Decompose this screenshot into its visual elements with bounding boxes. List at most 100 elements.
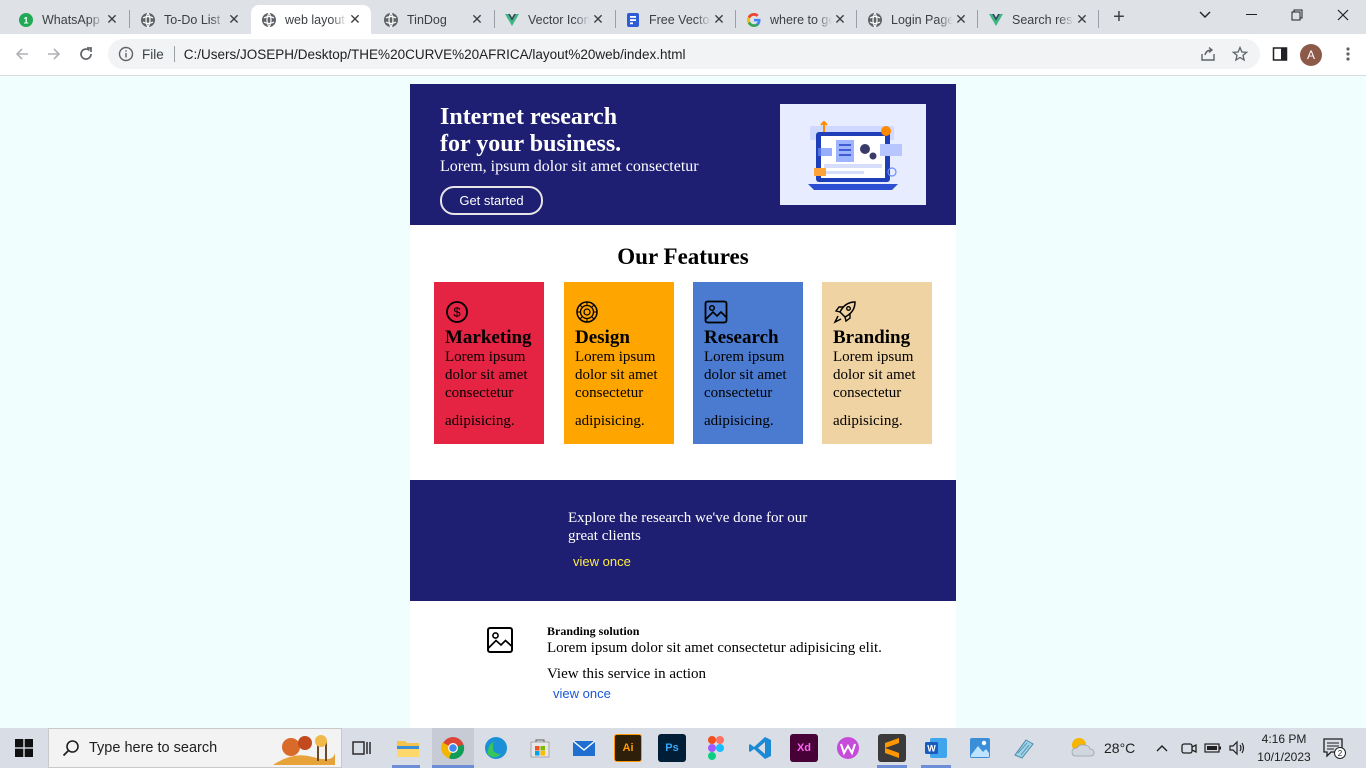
svg-text:W: W bbox=[927, 744, 936, 754]
address-bar[interactable]: File C:/Users/JOSEPH/Desktop/THE%20CURVE… bbox=[108, 39, 1260, 69]
share-button[interactable] bbox=[1196, 42, 1220, 66]
adobe-xd-icon: Xd bbox=[796, 742, 812, 754]
start-button[interactable] bbox=[0, 728, 48, 768]
hero-subtitle: Lorem, ipsum dolor sit amet consectetur bbox=[440, 158, 699, 175]
tray-volume[interactable] bbox=[1228, 728, 1246, 768]
image-icon bbox=[704, 300, 728, 324]
tab-search-dropdown[interactable] bbox=[1182, 0, 1228, 30]
feature-title: Research bbox=[704, 327, 779, 348]
close-icon bbox=[1337, 9, 1349, 21]
close-icon[interactable]: ✕ bbox=[953, 11, 969, 28]
chrome-button[interactable] bbox=[439, 734, 467, 762]
weather-partly-cloudy-icon bbox=[1071, 738, 1095, 757]
vscode-icon bbox=[749, 737, 771, 759]
feature-card-design: Design Lorem ipsum dolor sit amet consec… bbox=[564, 282, 674, 444]
volume-icon bbox=[1229, 740, 1245, 756]
tab-login-page[interactable]: Login Page ✕ bbox=[857, 5, 977, 34]
profile-avatar[interactable]: A bbox=[1300, 44, 1322, 66]
forward-button[interactable] bbox=[40, 40, 68, 68]
close-icon[interactable]: ✕ bbox=[469, 11, 485, 28]
folder-icon bbox=[397, 741, 419, 757]
tab-title: Vector Icons bbox=[528, 12, 590, 27]
feature-text-secondary: adipisicing. bbox=[704, 413, 774, 429]
vue-icon bbox=[988, 12, 1004, 28]
show-hidden-icons[interactable] bbox=[1156, 728, 1168, 768]
tab-todo-list[interactable]: To-Do List ✕ bbox=[130, 5, 250, 34]
figma-button[interactable] bbox=[702, 734, 730, 762]
weather-widget[interactable]: 28°C bbox=[1068, 728, 1135, 768]
notepad-icon bbox=[1014, 739, 1034, 759]
tab-free-vector[interactable]: Free Vector ✕ bbox=[615, 5, 735, 34]
laptop-illustration bbox=[780, 104, 926, 205]
hero-section: Internet research for your business. Lor… bbox=[410, 84, 956, 225]
photos-button[interactable] bbox=[966, 734, 994, 762]
tray-battery[interactable] bbox=[1204, 728, 1222, 768]
mail-button[interactable] bbox=[570, 734, 598, 762]
service-description: Lorem ipsum dolor sit amet consectetur a… bbox=[547, 640, 882, 656]
restore-icon bbox=[1291, 9, 1303, 21]
adobe-xd-button[interactable]: Xd bbox=[790, 734, 818, 762]
notification-center-button[interactable]: 2 bbox=[1322, 728, 1346, 768]
close-icon[interactable]: ✕ bbox=[347, 11, 363, 28]
restore-button[interactable] bbox=[1274, 0, 1320, 30]
file-explorer-button[interactable] bbox=[394, 734, 422, 762]
photoshop-button[interactable]: Ps bbox=[658, 734, 686, 762]
service-view-link[interactable]: view once bbox=[553, 686, 611, 701]
store-button[interactable] bbox=[526, 734, 554, 762]
close-window-button[interactable] bbox=[1320, 0, 1366, 30]
vue-icon bbox=[504, 12, 520, 28]
close-icon[interactable]: ✕ bbox=[104, 11, 120, 28]
globe-icon bbox=[383, 12, 399, 28]
tab-search-results[interactable]: Search results ✕ bbox=[978, 5, 1098, 34]
windows-icon bbox=[15, 739, 33, 757]
taskbar-clock[interactable]: 4:16 PM 10/1/2023 bbox=[1254, 730, 1314, 766]
close-icon[interactable]: ✕ bbox=[226, 11, 242, 28]
close-icon[interactable]: ✕ bbox=[832, 11, 848, 28]
taskbar-search[interactable]: Type here to search bbox=[48, 728, 342, 768]
task-view-button[interactable] bbox=[348, 734, 376, 762]
star-icon bbox=[1232, 46, 1248, 62]
url-text[interactable]: C:/Users/JOSEPH/Desktop/THE%20CURVE%20AF… bbox=[184, 47, 686, 62]
side-panel-icon bbox=[1272, 47, 1288, 61]
tab-tindog[interactable]: TinDog ✕ bbox=[373, 5, 493, 34]
tab-web-layout[interactable]: web layout ✕ bbox=[251, 5, 371, 34]
photoshop-icon: Ps bbox=[665, 742, 679, 754]
reload-icon bbox=[80, 47, 92, 60]
edge-button[interactable] bbox=[482, 734, 510, 762]
tab-whatsapp[interactable]: 1 WhatsApp ✕ bbox=[8, 5, 128, 34]
back-button[interactable] bbox=[8, 40, 36, 68]
feature-title: Design bbox=[575, 327, 630, 348]
notepad-button[interactable] bbox=[1010, 734, 1038, 762]
hero-title-line2: for your business. bbox=[440, 131, 622, 157]
whatsapp-icon: 1 bbox=[18, 12, 34, 28]
tab-strip: 1 WhatsApp ✕ To-Do List ✕ web layout ✕ T… bbox=[0, 0, 1366, 34]
info-icon[interactable] bbox=[118, 46, 134, 62]
close-icon[interactable]: ✕ bbox=[711, 11, 727, 28]
image-icon bbox=[486, 626, 514, 654]
new-tab-button[interactable]: + bbox=[1108, 6, 1130, 28]
sublime-button[interactable] bbox=[878, 734, 906, 762]
weather-temperature: 28°C bbox=[1104, 740, 1136, 756]
scheme-label: File bbox=[142, 46, 164, 62]
illustrator-button[interactable]: Ai bbox=[614, 734, 642, 762]
search-placeholder: Type here to search bbox=[89, 740, 218, 756]
reload-button[interactable] bbox=[72, 40, 100, 68]
vscode-button[interactable] bbox=[746, 734, 774, 762]
bookmark-button[interactable] bbox=[1228, 42, 1252, 66]
globe-icon bbox=[140, 12, 156, 28]
side-panel-button[interactable] bbox=[1268, 42, 1292, 66]
word-button[interactable]: W bbox=[922, 734, 950, 762]
tab-title: where to get bbox=[770, 12, 832, 27]
tab-vector-icons[interactable]: Vector Icons ✕ bbox=[494, 5, 614, 34]
menu-button[interactable] bbox=[1336, 42, 1360, 66]
minimize-button[interactable] bbox=[1228, 0, 1274, 30]
app-w-button[interactable] bbox=[834, 734, 862, 762]
tray-meetnow[interactable] bbox=[1180, 728, 1198, 768]
explore-view-link[interactable]: view once bbox=[573, 554, 631, 569]
get-started-button[interactable]: Get started bbox=[440, 186, 543, 215]
close-icon[interactable]: ✕ bbox=[590, 11, 606, 28]
chrome-icon bbox=[441, 737, 465, 760]
close-icon[interactable]: ✕ bbox=[1074, 11, 1090, 28]
service-action-text: View this service in action bbox=[547, 666, 707, 682]
tab-where-to-get[interactable]: where to get ✕ bbox=[736, 5, 856, 34]
